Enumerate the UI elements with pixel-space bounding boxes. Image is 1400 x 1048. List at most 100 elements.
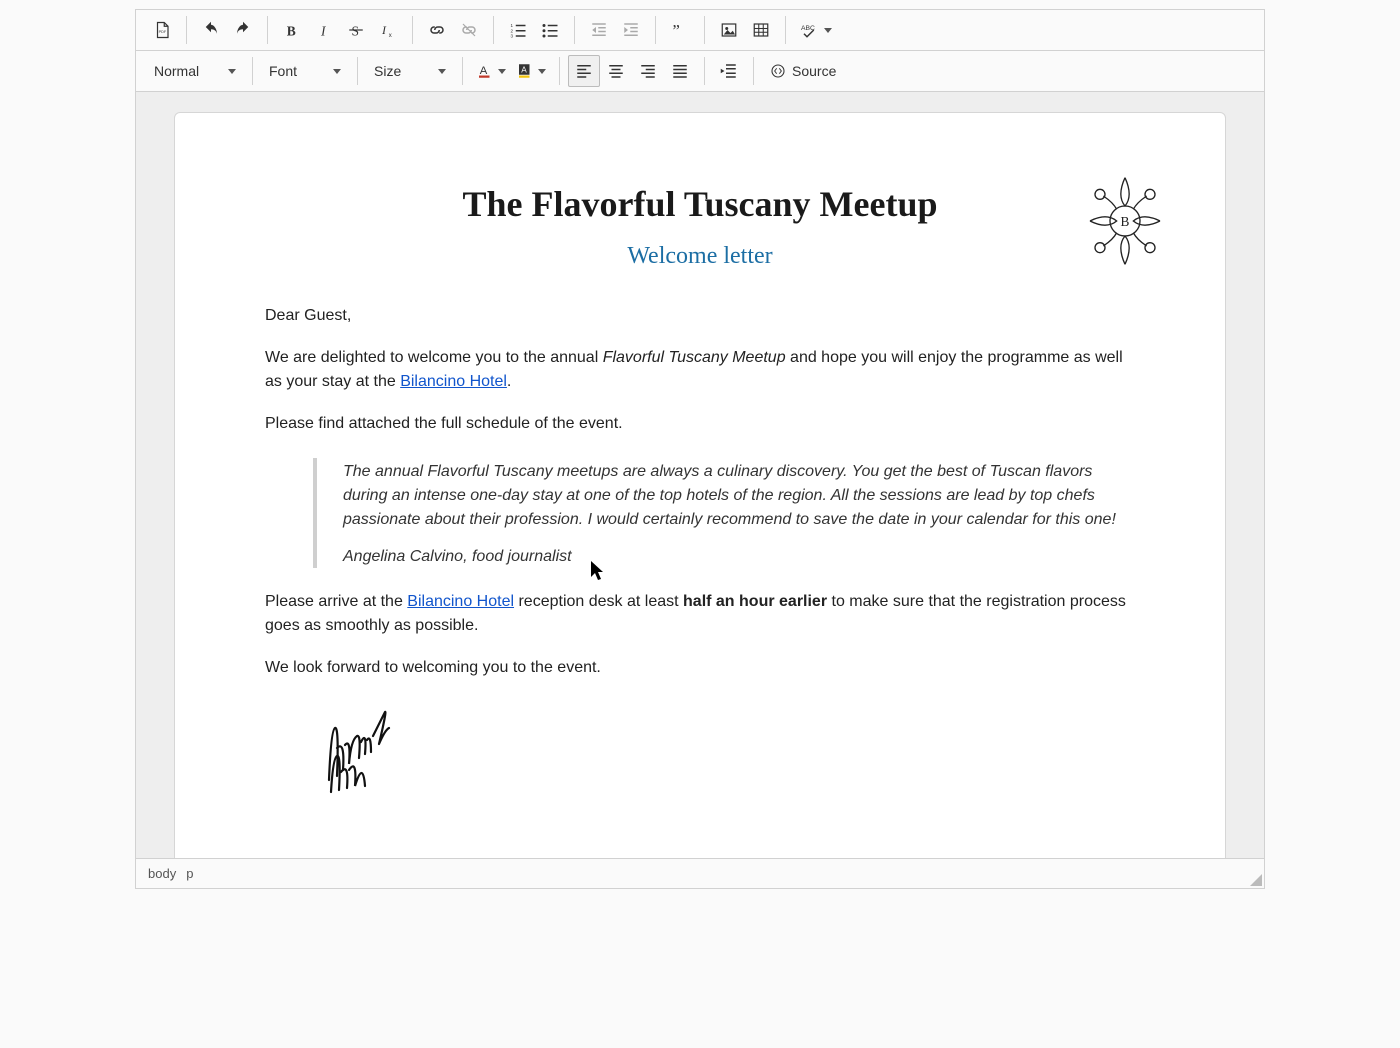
link-button[interactable] (421, 14, 453, 46)
font-value: Font (269, 63, 297, 79)
svg-text:I: I (320, 23, 327, 38)
elements-path-bar: body p (136, 858, 1264, 888)
align-justify-icon (671, 62, 689, 80)
path-element-body[interactable]: body (148, 866, 176, 881)
source-icon (770, 63, 786, 79)
redo-icon (234, 21, 252, 39)
link-icon (428, 21, 446, 39)
unlink-icon (460, 21, 478, 39)
size-value: Size (374, 63, 401, 79)
toolbar-row-1: PDF B I S Ix (136, 10, 1264, 51)
text-color-icon: A (476, 62, 494, 80)
paragraph-4[interactable]: We look forward to welcoming you to the … (265, 656, 1135, 680)
source-button[interactable]: Source (762, 55, 844, 87)
svg-text:”: ” (673, 21, 680, 39)
align-left-icon (575, 62, 593, 80)
indent-icon (622, 21, 640, 39)
bold-button[interactable]: B (276, 14, 308, 46)
outdent-button[interactable] (583, 14, 615, 46)
redo-button[interactable] (227, 14, 259, 46)
chevron-down-icon (538, 69, 546, 74)
spellcheck-button[interactable]: ABC (794, 14, 838, 46)
italic-button[interactable]: I (308, 14, 340, 46)
strike-icon: S (347, 21, 365, 39)
bg-color-button[interactable]: A (511, 55, 551, 87)
remove-format-icon: Ix (379, 21, 397, 39)
indent-button[interactable] (615, 14, 647, 46)
bold-icon: B (283, 21, 301, 39)
paragraph-1[interactable]: We are delighted to welcome you to the a… (265, 346, 1135, 394)
svg-text:PDF: PDF (159, 30, 167, 34)
svg-text:2: 2 (511, 28, 514, 33)
blockquote[interactable]: The annual Flavorful Tuscany meetups are… (313, 458, 1135, 568)
resize-grip[interactable] (1250, 874, 1262, 886)
svg-text:I: I (381, 23, 387, 37)
font-dropdown[interactable]: Font (261, 55, 349, 87)
path-element-p[interactable]: p (186, 866, 193, 881)
svg-text:3: 3 (511, 34, 514, 39)
pdf-icon: PDF (153, 21, 171, 39)
remove-format-button[interactable]: Ix (372, 14, 404, 46)
table-button[interactable] (745, 14, 777, 46)
editor-canvas[interactable]: B The Flavorful Tuscany Meetup Welcome l… (136, 92, 1264, 858)
align-justify-button[interactable] (664, 55, 696, 87)
svg-text:B: B (1121, 214, 1130, 229)
text-run: reception desk at least (514, 593, 683, 610)
strike-button[interactable]: S (340, 14, 372, 46)
bg-color-icon: A (516, 62, 534, 80)
blockquote-icon: ” (671, 21, 689, 39)
spellcheck-icon: ABC (800, 21, 820, 39)
ornament-logo: B (1083, 171, 1167, 276)
svg-text:x: x (389, 33, 392, 39)
svg-text:B: B (287, 23, 296, 38)
chevron-down-icon (438, 69, 446, 74)
size-dropdown[interactable]: Size (366, 55, 454, 87)
paragraph-3[interactable]: Please arrive at the Bilancino Hotel rec… (265, 590, 1135, 638)
italic-icon: I (315, 21, 333, 39)
format-dropdown[interactable]: Normal (146, 55, 244, 87)
undo-icon (202, 21, 220, 39)
svg-text:1: 1 (511, 23, 514, 28)
paragraph-2[interactable]: Please find attached the full schedule o… (265, 412, 1135, 436)
undo-button[interactable] (195, 14, 227, 46)
align-center-button[interactable] (600, 55, 632, 87)
align-center-icon (607, 62, 625, 80)
text-run-bold: half an hour earlier (683, 593, 827, 610)
format-value: Normal (154, 63, 199, 79)
align-right-button[interactable] (632, 55, 664, 87)
unlink-button[interactable] (453, 14, 485, 46)
signature-image[interactable] (321, 700, 1135, 805)
numbered-list-icon: 123 (509, 21, 527, 39)
svg-text:A: A (480, 65, 488, 77)
text-color-button[interactable]: A (471, 55, 511, 87)
page-break-icon (720, 62, 738, 80)
hotel-link[interactable]: Bilancino Hotel (407, 593, 514, 610)
export-pdf-button[interactable]: PDF (146, 14, 178, 46)
quote-attribution[interactable]: Angelina Calvino, food journalist (343, 548, 1135, 566)
quote-text[interactable]: The annual Flavorful Tuscany meetups are… (343, 460, 1135, 532)
table-icon (752, 21, 770, 39)
greeting[interactable]: Dear Guest, (265, 304, 1135, 328)
chevron-down-icon (228, 69, 236, 74)
numbered-list-button[interactable]: 123 (502, 14, 534, 46)
image-button[interactable] (713, 14, 745, 46)
document-subtitle[interactable]: Welcome letter (265, 243, 1135, 270)
text-run: Please arrive at the (265, 593, 407, 610)
document-title[interactable]: The Flavorful Tuscany Meetup (265, 183, 1135, 225)
source-label: Source (792, 63, 836, 79)
align-right-icon (639, 62, 657, 80)
bullet-list-button[interactable] (534, 14, 566, 46)
align-left-button[interactable] (568, 55, 600, 87)
bullet-list-icon (541, 21, 559, 39)
chevron-down-icon (824, 28, 832, 33)
chevron-down-icon (333, 69, 341, 74)
toolbar-row-2: Normal Font Size A A (136, 51, 1264, 92)
editor: PDF B I S Ix (135, 9, 1265, 889)
document-page[interactable]: B The Flavorful Tuscany Meetup Welcome l… (174, 112, 1226, 858)
chevron-down-icon (498, 69, 506, 74)
hotel-link[interactable]: Bilancino Hotel (400, 373, 507, 390)
image-icon (720, 21, 738, 39)
page-break-button[interactable] (713, 55, 745, 87)
text-run-italic: Flavorful Tuscany Meetup (603, 349, 786, 366)
blockquote-button[interactable]: ” (664, 14, 696, 46)
